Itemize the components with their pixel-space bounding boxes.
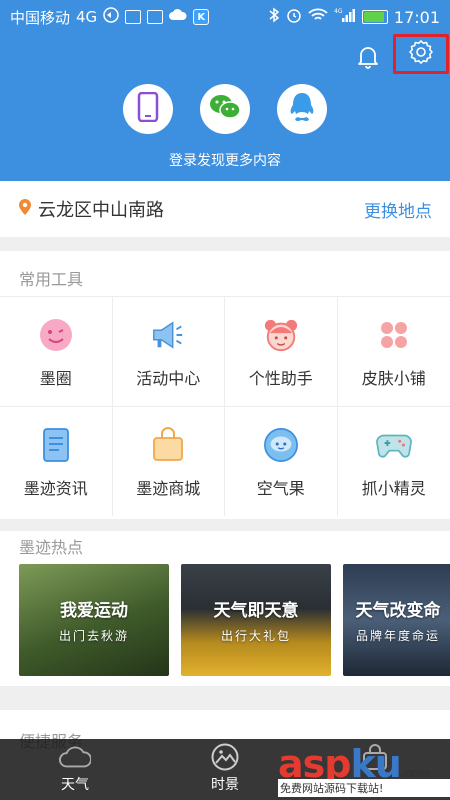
smiley-icon [38, 317, 74, 353]
tool-label: 个性助手 [248, 369, 313, 388]
carrier-label: 中国移动 [10, 8, 71, 27]
phone-login-button[interactable] [123, 84, 173, 134]
settings-button[interactable] [393, 34, 449, 74]
tool-activity-center[interactable]: 活动中心 [112, 296, 225, 406]
hot-card[interactable]: 天气改变命 品牌年度命运 [343, 564, 450, 676]
watermark-logo-suffix: .com [400, 766, 430, 780]
current-address: 云龙区中山南路 [38, 200, 164, 221]
cloud-status-icon [169, 8, 187, 26]
qq-icon [288, 91, 316, 127]
gallery-icon [125, 10, 142, 24]
tool-mo-quan[interactable]: 墨圈 [0, 296, 113, 406]
cloud-icon [59, 743, 91, 771]
hot-card-subtitle: 品牌年度命运 [355, 629, 440, 643]
tool-label: 墨迹商城 [136, 479, 201, 498]
signal-icon: 4G [334, 7, 356, 27]
bluetooth-icon [268, 7, 280, 27]
nav-label: 时景 [211, 777, 239, 793]
login-options [0, 84, 450, 134]
tool-skin-shop[interactable]: 皮肤小铺 [337, 296, 450, 406]
megaphone-icon [150, 317, 186, 353]
hot-cards: 我爱运动 出门去秋游 天气即天意 出行大礼包 天气改变命 品牌年度命运 [19, 564, 450, 676]
alarm-icon [286, 7, 302, 27]
nav-item-weather[interactable]: 天气 [0, 739, 150, 800]
hot-card-title: 我爱运动 [60, 601, 128, 621]
moji-hot-section: 墨迹热点 我爱运动 出门去秋游 天气即天意 出行大礼包 天气改变命 品牌年度命运 [0, 531, 450, 686]
app-icon [147, 10, 164, 24]
account-header: 登录发现更多内容 [0, 34, 450, 181]
clock: 17:01 [393, 7, 440, 27]
tool-catch-sprite[interactable]: 抓小精灵 [337, 406, 450, 516]
shopping-bag-icon [150, 427, 186, 463]
wechat-login-button[interactable] [200, 84, 250, 134]
common-tools-section: 常用工具 墨圈 活动中心 个性助手 皮肤小铺 墨迹资讯 墨迹商城 空气果 抓小精… [0, 251, 450, 519]
section-title-hot: 墨迹热点 [19, 538, 84, 557]
site-watermark: aspku.com 免费网站源码下载站! [278, 740, 450, 800]
watermark-subtitle: 免费网站源码下载站! [278, 779, 450, 797]
assistant-icon [263, 317, 299, 353]
hot-card[interactable]: 我爱运动 出门去秋游 [19, 564, 169, 676]
gear-icon [408, 39, 434, 69]
tool-label: 皮肤小铺 [361, 369, 426, 388]
tool-label: 墨迹资讯 [23, 479, 88, 498]
hot-card[interactable]: 天气即天意 出行大礼包 [181, 564, 331, 676]
wechat-icon [208, 92, 242, 126]
hot-card-title: 天气改变命 [355, 601, 441, 621]
status-bar: 中国移动 4G K 4G 17:01 [0, 0, 450, 34]
location-pin-icon [18, 198, 32, 221]
wifi-icon [308, 8, 328, 26]
hot-card-title: 天气即天意 [213, 601, 299, 621]
tool-moji-news[interactable]: 墨迹资讯 [0, 406, 113, 516]
news-icon [38, 427, 74, 463]
qq-login-button[interactable] [277, 84, 327, 134]
tool-label: 抓小精灵 [361, 479, 426, 498]
tools-grid: 墨圈 活动中心 个性助手 皮肤小铺 墨迹资讯 墨迹商城 空气果 抓小精灵 [0, 296, 450, 516]
bell-icon[interactable] [355, 43, 383, 71]
tool-moji-mall[interactable]: 墨迹商城 [112, 406, 225, 516]
air-fruit-icon [263, 427, 299, 463]
nav-label: 天气 [61, 777, 89, 793]
hot-card-subtitle: 出门去秋游 [58, 629, 129, 643]
tool-label: 活动中心 [136, 369, 201, 388]
section-title-tools: 常用工具 [19, 270, 84, 289]
signal-network-label: 4G [334, 8, 343, 15]
tool-personal-assistant[interactable]: 个性助手 [225, 296, 338, 406]
tool-label: 空气果 [256, 479, 305, 498]
tool-label: 墨圈 [39, 369, 72, 388]
change-location-link[interactable]: 更换地点 [364, 197, 432, 222]
k-app-icon: K [193, 9, 210, 25]
phone-icon [137, 91, 159, 126]
skin-icon [376, 317, 412, 353]
battery-icon [361, 10, 388, 24]
login-prompt[interactable]: 登录发现更多内容 [0, 150, 450, 170]
location-bar: 云龙区中山南路 更换地点 [0, 181, 450, 237]
gamepad-icon [375, 427, 412, 463]
picture-icon [209, 743, 241, 771]
hot-card-subtitle: 出行大礼包 [220, 629, 291, 643]
notification-icon [103, 7, 119, 27]
tool-air-fruit[interactable]: 空气果 [225, 406, 338, 516]
network-label: 4G [76, 8, 98, 26]
